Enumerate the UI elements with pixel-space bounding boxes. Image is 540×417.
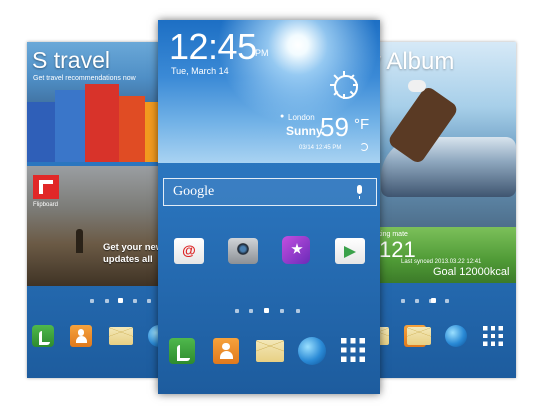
flipboard-logo-icon	[33, 175, 59, 199]
s-travel-widget[interactable]: S travel Get travel recommendations now	[27, 42, 167, 162]
contacts-icon[interactable]	[213, 338, 239, 364]
internet-icon[interactable]	[298, 337, 326, 365]
center-phone-screen: 12:45 PM Tue, March 14 ● London Sunny 59…	[158, 20, 380, 394]
messages-icon[interactable]	[256, 340, 284, 362]
location-pin-icon: ●	[280, 113, 285, 120]
camera-icon[interactable]	[228, 238, 258, 264]
apps-icon[interactable]	[483, 326, 503, 346]
walking-mate-widget[interactable]: lking mate 121 Last synced 2013.03.22 12…	[373, 227, 516, 283]
google-search-label: Google	[173, 184, 215, 199]
walking-goal: Goal 12000kcal	[433, 266, 510, 278]
walking-synced: Last synced 2013.03.22 12:41	[401, 259, 482, 265]
messages-icon[interactable]	[407, 327, 431, 345]
right-phone-screen: y Album lking mate 121 Last synced 2013.…	[373, 42, 516, 378]
weather-unit: °F	[354, 116, 370, 133]
flipboard-name: Flipboard	[33, 202, 59, 208]
weather-city: London	[288, 113, 315, 122]
weather-updated: 03/14 12:45 PM	[299, 145, 342, 151]
person-silhouette	[76, 229, 83, 253]
shoe-photo	[408, 80, 426, 92]
refresh-icon[interactable]	[360, 143, 368, 151]
play-store-icon[interactable]	[335, 238, 365, 264]
page-indicator	[158, 307, 380, 315]
internet-icon[interactable]	[445, 325, 467, 347]
story-album-widget[interactable]: y Album	[373, 42, 516, 227]
microphone-icon[interactable]	[357, 185, 362, 199]
clock-time: 12:45	[169, 26, 257, 67]
left-phone-screen: S travel Get travel recommendations now …	[27, 42, 167, 378]
samsung-hub-icon[interactable]	[282, 236, 310, 264]
phone-icon[interactable]	[32, 325, 54, 347]
album-title: y Album	[373, 48, 455, 75]
apps-icon[interactable]	[341, 338, 365, 362]
email-icon[interactable]	[174, 238, 204, 264]
phone-icon[interactable]	[169, 338, 195, 364]
s-travel-title: S travel	[32, 47, 110, 73]
weather-condition: Sunny	[286, 124, 323, 138]
flipboard-widget[interactable]: Flipboard Get your new updates all	[27, 166, 167, 286]
weather-temperature: 59	[320, 112, 349, 142]
google-search-bar[interactable]: Google	[163, 178, 377, 206]
clock-date: Tue, March 14	[171, 66, 229, 76]
contacts-icon[interactable]	[70, 325, 92, 347]
messages-icon[interactable]	[109, 327, 133, 345]
s-travel-subtitle: Get travel recommendations now	[33, 75, 136, 82]
clock-ampm: PM	[255, 48, 269, 58]
clock-weather-widget[interactable]: 12:45 PM Tue, March 14 ● London Sunny 59…	[158, 20, 380, 163]
